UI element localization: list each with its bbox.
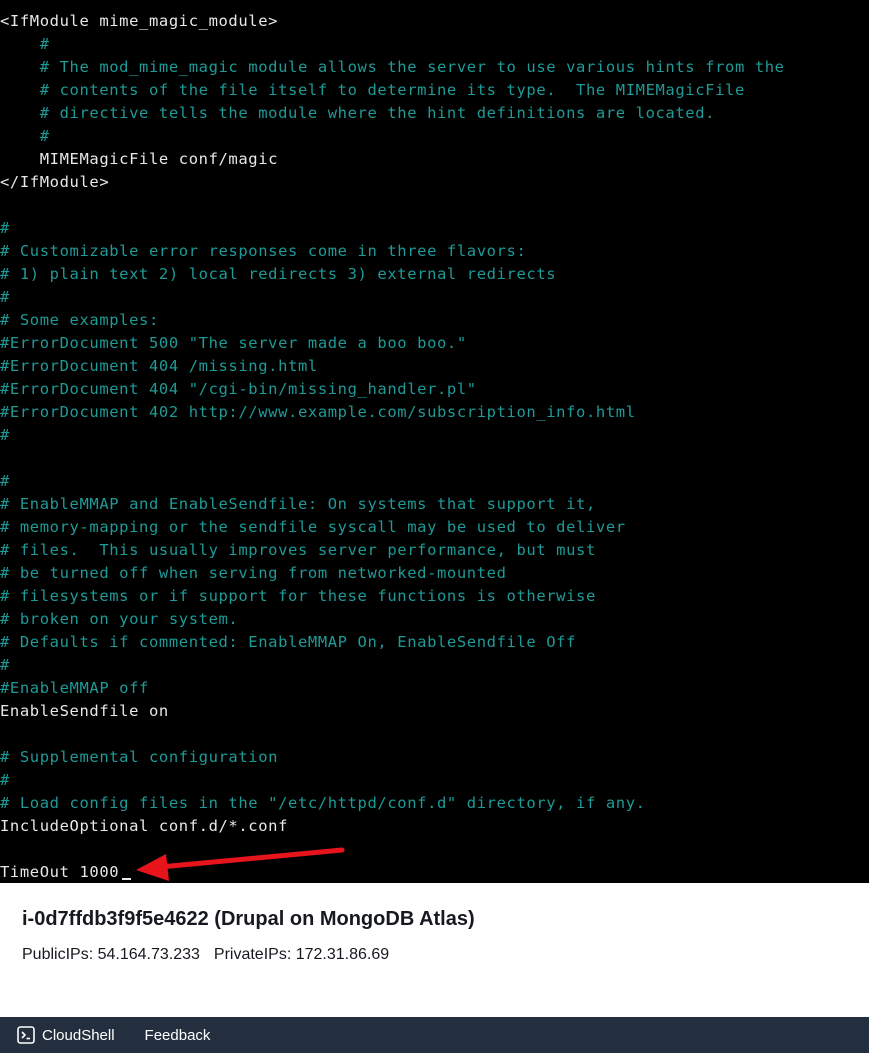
terminal-line: # files. This usually improves server pe… (0, 539, 785, 562)
terminal-line-text: # contents of the file itself to determi… (0, 81, 745, 99)
terminal-output: <IfModule mime_magic_module> # # The mod… (0, 10, 785, 883)
terminal-line: # (0, 424, 785, 447)
terminal-line: # (0, 125, 785, 148)
terminal-line-text: # be turned off when serving from networ… (0, 564, 507, 582)
cloudshell-button[interactable]: CloudShell (17, 1017, 115, 1053)
terminal-line: # Supplemental configuration (0, 746, 785, 769)
terminal-line-text: # (0, 656, 10, 674)
terminal-line-text: #ErrorDocument 404 "/cgi-bin/missing_han… (0, 380, 477, 398)
terminal-line-text: # Supplemental configuration (0, 748, 279, 766)
feedback-button[interactable]: Feedback (145, 1017, 211, 1053)
terminal-line: # Defaults if commented: EnableMMAP On, … (0, 631, 785, 654)
terminal-line-text: # The mod_mime_magic module allows the s… (0, 58, 785, 76)
terminal-line-text: # (0, 426, 10, 444)
terminal-line-text: # (0, 35, 50, 53)
terminal-line: #EnableMMAP off (0, 677, 785, 700)
instance-info-panel: i-0d7ffdb3f9f5e4622 (Drupal on MongoDB A… (0, 883, 869, 1017)
terminal-line: # The mod_mime_magic module allows the s… (0, 56, 785, 79)
terminal-line: </IfModule> (0, 171, 785, 194)
terminal-line: # filesystems or if support for these fu… (0, 585, 785, 608)
terminal-line-text: #ErrorDocument 402 http://www.example.co… (0, 403, 636, 421)
terminal-line: # be turned off when serving from networ… (0, 562, 785, 585)
terminal-line: # Some examples: (0, 309, 785, 332)
terminal-line-text: <IfModule mime_magic_module> (0, 12, 279, 30)
terminal-line: # Load config files in the "/etc/httpd/c… (0, 792, 785, 815)
terminal-line-text: # (0, 127, 50, 145)
terminal-line-text: IncludeOptional conf.d/*.conf (0, 817, 289, 835)
terminal-line: # contents of the file itself to determi… (0, 79, 785, 102)
red-arrow-annotation (136, 847, 345, 881)
terminal-line: #ErrorDocument 404 /missing.html (0, 355, 785, 378)
terminal-line-text: # broken on your system. (0, 610, 239, 628)
terminal-line-text: EnableSendfile on (0, 702, 169, 720)
terminal-line: #ErrorDocument 404 "/cgi-bin/missing_han… (0, 378, 785, 401)
terminal-line: IncludeOptional conf.d/*.conf (0, 815, 785, 838)
terminal-line: <IfModule mime_magic_module> (0, 10, 785, 33)
terminal-line: #ErrorDocument 500 "The server made a bo… (0, 332, 785, 355)
terminal-line-text: # filesystems or if support for these fu… (0, 587, 596, 605)
terminal-line-text: # Customizable error responses come in t… (0, 242, 527, 260)
terminal-line-text: #ErrorDocument 404 /missing.html (0, 357, 318, 375)
terminal-line-text: # Load config files in the "/etc/httpd/c… (0, 794, 646, 812)
terminal-line: EnableSendfile on (0, 700, 785, 723)
ip-row: PublicIPs: 54.164.73.233 PrivateIPs: 172.… (22, 946, 389, 964)
terminal-line-text: # (0, 771, 10, 789)
terminal-line-text: MIMEMagicFile conf/magic (0, 150, 279, 168)
terminal-line-text: # EnableMMAP and EnableSendfile: On syst… (0, 495, 596, 513)
terminal-line: # 1) plain text 2) local redirects 3) ex… (0, 263, 785, 286)
terminal-line: # directive tells the module where the h… (0, 102, 785, 125)
private-ips: PrivateIPs: 172.31.86.69 (213, 946, 390, 963)
terminal-line-text: # memory-mapping or the sendfile syscall… (0, 518, 626, 536)
terminal-line-text: # files. This usually improves server pe… (0, 541, 596, 559)
terminal[interactable]: <IfModule mime_magic_module> # # The mod… (0, 0, 869, 883)
terminal-line-text: #EnableMMAP off (0, 679, 149, 697)
terminal-line: # (0, 217, 785, 240)
terminal-line: # (0, 470, 785, 493)
terminal-line: MIMEMagicFile conf/magic (0, 148, 785, 171)
terminal-line: # memory-mapping or the sendfile syscall… (0, 516, 785, 539)
cloudshell-label: CloudShell (42, 1026, 115, 1044)
terminal-line-text: # Defaults if commented: EnableMMAP On, … (0, 633, 577, 651)
terminal-line: # (0, 654, 785, 677)
terminal-line-text: # (0, 288, 10, 306)
terminal-line: # (0, 33, 785, 56)
terminal-line: #ErrorDocument 402 http://www.example.co… (0, 401, 785, 424)
terminal-line-text: TimeOut 1000 (0, 863, 120, 881)
footer-bar: CloudShell Feedback (0, 1017, 869, 1053)
terminal-line-text: </IfModule> (0, 173, 110, 191)
feedback-label: Feedback (144, 1026, 211, 1044)
terminal-line: TimeOut 1000 (0, 861, 785, 883)
terminal-line-text: # (0, 219, 10, 237)
instance-title: i-0d7ffdb3f9f5e4622 (Drupal on MongoDB A… (22, 908, 475, 930)
cloudshell-icon (17, 1026, 35, 1044)
terminal-line-text: # directive tells the module where the h… (0, 104, 716, 122)
terminal-line-text: # Some examples: (0, 311, 159, 329)
terminal-line: # (0, 769, 785, 792)
terminal-line-text: # 1) plain text 2) local redirects 3) ex… (0, 265, 557, 283)
terminal-line-text: #ErrorDocument 500 "The server made a bo… (0, 334, 467, 352)
terminal-line: # broken on your system. (0, 608, 785, 631)
terminal-line: # (0, 286, 785, 309)
terminal-line-text: # (0, 472, 10, 490)
terminal-line: # Customizable error responses come in t… (0, 240, 785, 263)
terminal-line: # EnableMMAP and EnableSendfile: On syst… (0, 493, 785, 516)
public-ips: PublicIPs: 54.164.73.233 (22, 946, 200, 963)
